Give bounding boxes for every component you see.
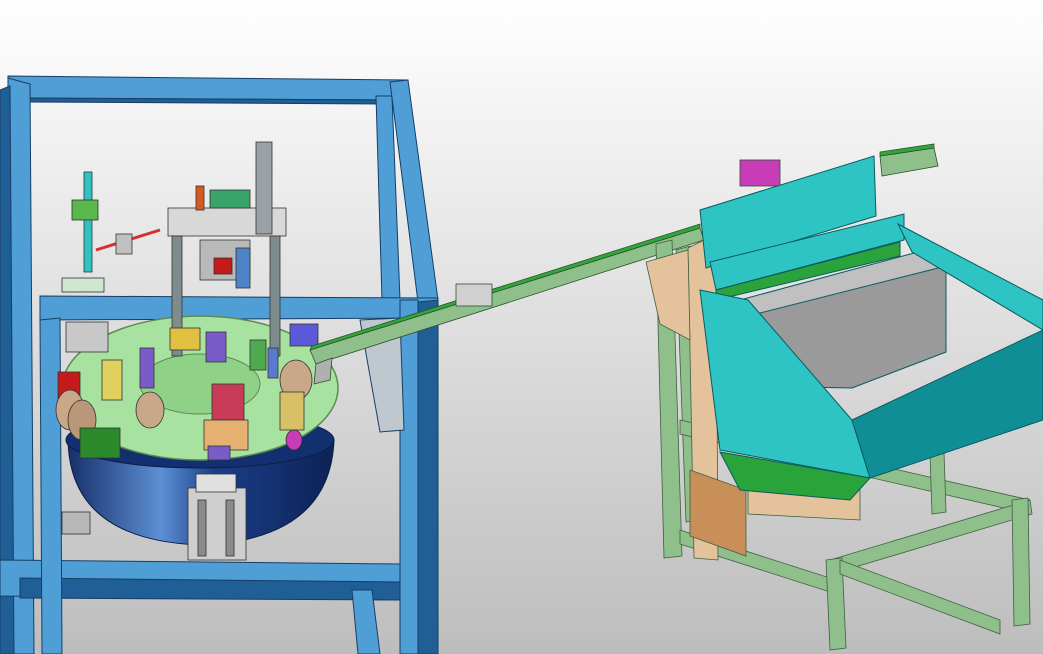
assembly-machine-render [0, 0, 1043, 654]
cad-viewport[interactable] [0, 0, 1043, 654]
